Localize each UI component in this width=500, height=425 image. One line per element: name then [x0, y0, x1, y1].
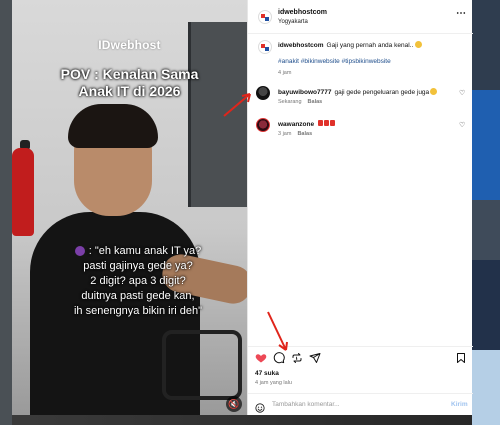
- caption-line: 2 digit? apa 3 digit?: [90, 275, 186, 287]
- commenter-avatar[interactable]: [256, 86, 270, 100]
- media-caption: : "eh kamu anak IT ya? pasti gajinya ged…: [38, 244, 238, 319]
- repost-icon[interactable]: [291, 352, 303, 364]
- share-icon[interactable]: [309, 352, 321, 364]
- add-comment-bar: Tambahkan komentar... Kirim: [248, 393, 473, 415]
- heart-outline-icon[interactable]: ♡: [459, 121, 465, 129]
- siren-emoji-icon: [324, 120, 330, 126]
- bookmark-icon[interactable]: [455, 352, 467, 364]
- fire-extinguisher: [12, 148, 34, 236]
- comment-meta: Sekarang Balas: [278, 99, 328, 105]
- background-right-strip: [472, 0, 500, 425]
- watermark: IDwebhost: [98, 38, 161, 52]
- header-username[interactable]: idwebhostcom: [278, 9, 327, 16]
- comment-username[interactable]: wawanzone: [278, 121, 314, 128]
- comment-body: gaji gede pengeluaran gede juga: [334, 89, 430, 96]
- caption-text: idwebhostcom Gaji yang pernah anda kenal.…: [278, 41, 468, 50]
- ellipsis-icon[interactable]: ⋯: [456, 8, 467, 19]
- caption-time: 4 jam: [278, 70, 292, 76]
- speaker-muted-icon[interactable]: 🔇: [226, 396, 242, 412]
- siren-emoji-icon: [318, 120, 324, 126]
- comment-icon[interactable]: [273, 352, 285, 364]
- reply-button[interactable]: Balas: [297, 131, 312, 137]
- emoji-icon: [415, 41, 423, 48]
- caption-hashtags[interactable]: #anakit #bikinwebsite #tipsbikinwebsite: [278, 58, 391, 65]
- purple-emoji-icon: [74, 246, 85, 257]
- chair: [162, 330, 242, 400]
- caption-body: Gaji yang pernah anda kenal..: [326, 42, 414, 49]
- post-media[interactable]: IDwebhost POV : Kenalan Sama Anak IT di …: [12, 0, 247, 415]
- caption-line: duitnya pasti gede kan,: [81, 290, 195, 302]
- comment-time: Sekarang: [278, 99, 302, 105]
- person-hair: [68, 104, 158, 148]
- action-bar: [248, 346, 473, 368]
- comment-time: 3 jam: [278, 131, 292, 137]
- background-left-strip: [0, 0, 12, 425]
- reply-button[interactable]: Balas: [308, 99, 323, 105]
- comment-input[interactable]: Tambahkan komentar...: [272, 401, 340, 408]
- caption-avatar[interactable]: [258, 40, 272, 54]
- comment-text: bayuwibowo7777 gaji gede pengeluaran gede…: [278, 88, 448, 97]
- post-age: 4 jam yang lalu: [255, 380, 292, 386]
- emoji-picker-icon[interactable]: [255, 400, 265, 413]
- like-count[interactable]: 47 suka: [255, 370, 279, 377]
- post-comment-button[interactable]: Kirim: [451, 401, 468, 408]
- media-title-line: POV : Kenalan Sama: [60, 66, 199, 82]
- comment-text: wawanzone: [278, 120, 448, 129]
- media-title: POV : Kenalan Sama Anak IT di 2026: [12, 66, 247, 100]
- comment-meta: 3 jam Balas: [278, 131, 318, 137]
- caption-line: pasti gajinya gede ya?: [83, 260, 193, 272]
- account-avatar[interactable]: [258, 10, 272, 24]
- post-header: idwebhostcom Yogyakarta ⋯: [248, 0, 473, 34]
- header-location[interactable]: Yogyakarta: [278, 19, 308, 25]
- comments-panel: idwebhostcom Yogyakarta ⋯ idwebhostcom Ga…: [247, 0, 473, 415]
- caption-username[interactable]: idwebhostcom: [278, 42, 324, 49]
- caption-line: ih senengnya bikin iri deh": [73, 305, 203, 317]
- commenter-avatar[interactable]: [256, 118, 270, 132]
- heart-outline-icon[interactable]: ♡: [459, 89, 465, 97]
- heart-filled-icon[interactable]: [255, 352, 267, 364]
- siren-emoji-icon: [330, 120, 336, 126]
- comment-username[interactable]: bayuwibowo7777: [278, 89, 331, 96]
- media-title-line: Anak IT di 2026: [78, 83, 181, 99]
- emoji-icon: [430, 88, 438, 95]
- caption-line: : "eh kamu anak IT ya?: [38, 244, 238, 259]
